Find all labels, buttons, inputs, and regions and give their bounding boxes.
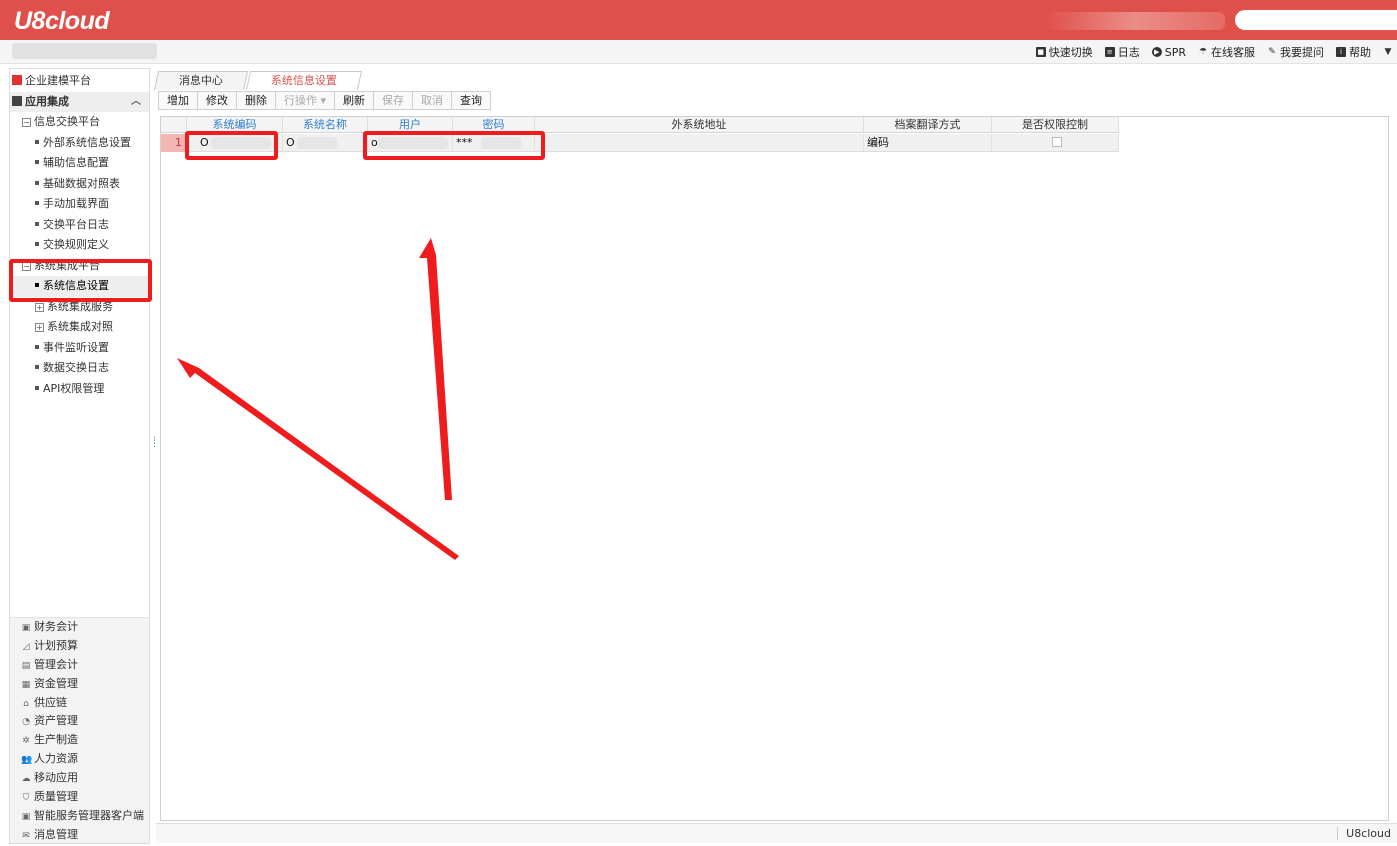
arrow-up-icon — [419, 238, 452, 500]
annotation-arrows — [177, 238, 459, 560]
arrow-left-icon — [177, 358, 459, 560]
